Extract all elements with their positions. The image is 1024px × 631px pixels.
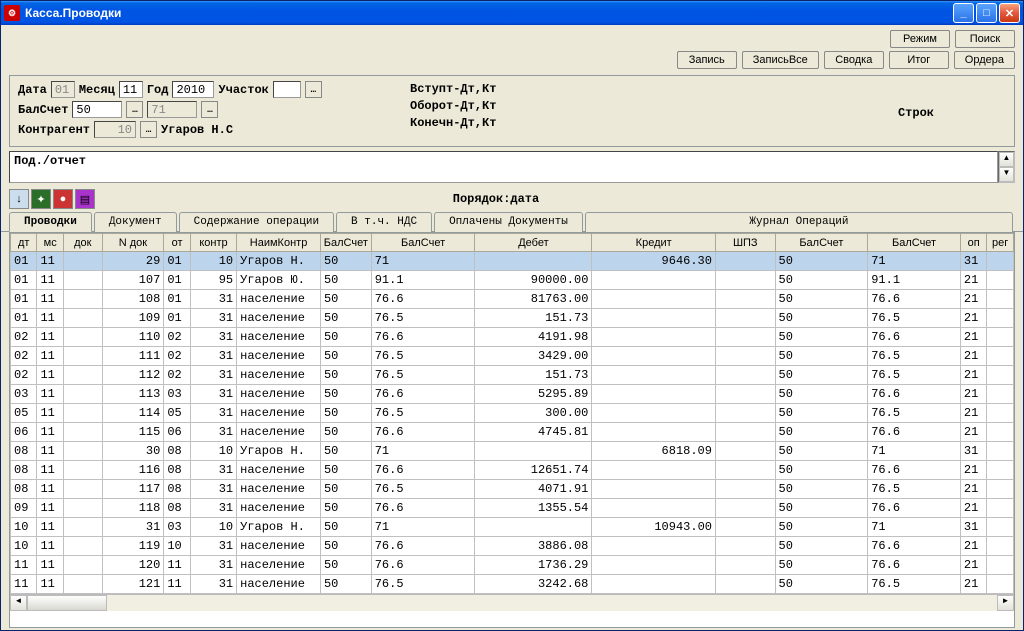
summary-line-3: Конечн-Дт,Кт: [410, 115, 496, 132]
main-window: ⚙ Касса.Проводки _ □ ✕ Режим Поиск Запись…: [0, 0, 1024, 631]
counterparty-lookup-button[interactable]: …: [140, 121, 157, 138]
data-grid[interactable]: дтмсдокN докотконтрНаимКонтрБалСчетБалСч…: [10, 233, 1014, 594]
режим-button[interactable]: Режим: [890, 30, 950, 48]
col-header[interactable]: БалСчет: [775, 234, 868, 252]
сводка-button[interactable]: Сводка: [824, 51, 884, 69]
table-row[interactable]: 11111211131население5076.53242.685076.52…: [11, 575, 1014, 594]
summary-line-2: Оборот-Дт,Кт: [410, 98, 496, 115]
tab-3[interactable]: В т.ч. НДС: [336, 212, 432, 232]
col-header[interactable]: ШПЗ: [715, 234, 775, 252]
year-label: Год: [147, 83, 169, 97]
table-row[interactable]: 01111070195Угаров Ю.5091.190000.005091.1…: [11, 271, 1014, 290]
counterparty-name: Угаров Н.С: [161, 123, 233, 137]
col-header[interactable]: рег: [987, 234, 1014, 252]
col-header[interactable]: БалСчет: [868, 234, 961, 252]
scroll-up-icon[interactable]: ▲: [999, 152, 1014, 167]
table-row[interactable]: 05111140531население5076.5300.005076.521: [11, 404, 1014, 423]
col-header[interactable]: N док: [102, 234, 164, 252]
table-row[interactable]: 02111100231население5076.64191.985076.62…: [11, 328, 1014, 347]
col-header[interactable]: НаимКонтр: [237, 234, 321, 252]
memo-scrollbar[interactable]: ▲ ▼: [998, 151, 1015, 183]
area-label: Участок: [218, 83, 268, 97]
date-label: Дата: [18, 83, 47, 97]
поиск-button[interactable]: Поиск: [955, 30, 1015, 48]
table-row[interactable]: 0111290110Угаров Н.50719646.30507131: [11, 252, 1014, 271]
table-row[interactable]: 03111130331население5076.65295.895076.62…: [11, 385, 1014, 404]
area-input[interactable]: [273, 81, 301, 98]
итог-button[interactable]: Итог: [889, 51, 949, 69]
summary-block: Вступт-Дт,Кт Оборот-Дт,Кт Конечн-Дт,Кт: [410, 81, 496, 132]
minimize-button[interactable]: _: [953, 3, 974, 23]
action-icon-4[interactable]: ▤: [75, 189, 95, 209]
table-row[interactable]: 02111120231население5076.5151.735076.521: [11, 366, 1014, 385]
tab-4[interactable]: Оплачены Документы: [434, 212, 583, 232]
col-header[interactable]: Дебет: [475, 234, 592, 252]
year-input[interactable]: [172, 81, 214, 98]
tab-1[interactable]: Документ: [94, 212, 177, 232]
scroll-left-icon[interactable]: ◄: [10, 595, 27, 611]
action-icon-1[interactable]: ↓: [9, 189, 29, 209]
table-row[interactable]: 02111110231население5076.53429.005076.52…: [11, 347, 1014, 366]
table-row[interactable]: 0811300810Угаров Н.50716818.09507131: [11, 442, 1014, 461]
scroll-right-icon[interactable]: ►: [997, 595, 1014, 611]
horizontal-scrollbar[interactable]: ◄ ►: [10, 594, 1014, 611]
scroll-thumb[interactable]: [27, 595, 107, 611]
col-header[interactable]: дт: [11, 234, 37, 252]
tab-2[interactable]: Содержание операции: [179, 212, 334, 232]
balacct-lookup-button[interactable]: …: [126, 101, 143, 118]
balacct-input[interactable]: [72, 101, 122, 118]
записьвсе-button[interactable]: ЗаписьВсе: [742, 51, 819, 69]
ордера-button[interactable]: Ордера: [954, 51, 1015, 69]
col-header[interactable]: мс: [37, 234, 63, 252]
order-label: Порядок:дата: [97, 192, 1015, 206]
col-header[interactable]: док: [63, 234, 102, 252]
col-header[interactable]: Кредит: [592, 234, 716, 252]
maximize-button[interactable]: □: [976, 3, 997, 23]
table-row[interactable]: 08111160831население5076.612651.745076.6…: [11, 461, 1014, 480]
balacct2-lookup-button[interactable]: …: [201, 101, 218, 118]
col-header[interactable]: от: [164, 234, 190, 252]
date-input[interactable]: [51, 81, 75, 98]
memo-field[interactable]: Под./отчет: [9, 151, 998, 183]
balacct2-input[interactable]: [147, 101, 197, 118]
col-header[interactable]: БалСчет: [371, 234, 475, 252]
table-row[interactable]: 10111191031население5076.63886.085076.62…: [11, 537, 1014, 556]
tab-0[interactable]: Проводки: [9, 212, 92, 232]
запись-button[interactable]: Запись: [677, 51, 737, 69]
month-label: Месяц: [79, 83, 115, 97]
table-row[interactable]: 01111090131население5076.5151.735076.521: [11, 309, 1014, 328]
table-row[interactable]: 08111170831население5076.54071.915076.52…: [11, 480, 1014, 499]
close-button[interactable]: ✕: [999, 3, 1020, 23]
table-row[interactable]: 01111080131население5076.681763.005076.6…: [11, 290, 1014, 309]
col-header[interactable]: оп: [960, 234, 986, 252]
rows-count-label: Строк: [898, 106, 934, 120]
table-row[interactable]: 06111150631население5076.64745.815076.62…: [11, 423, 1014, 442]
table-row[interactable]: 11111201131население5076.61736.295076.62…: [11, 556, 1014, 575]
window-title: Касса.Проводки: [25, 6, 953, 20]
filter-panel: Дата Месяц Год Участок … БалСчет … … Кон…: [9, 75, 1015, 147]
col-header[interactable]: БалСчет: [320, 234, 371, 252]
balacct-label: БалСчет: [18, 103, 68, 117]
summary-line-1: Вступт-Дт,Кт: [410, 81, 496, 98]
scroll-down-icon[interactable]: ▼: [999, 167, 1014, 182]
area-lookup-button[interactable]: …: [305, 81, 322, 98]
counterparty-label: Контрагент: [18, 123, 90, 137]
app-icon: ⚙: [4, 5, 20, 21]
tab-5[interactable]: Журнал Операций: [585, 212, 1013, 232]
action-icon-3[interactable]: ●: [53, 189, 73, 209]
titlebar[interactable]: ⚙ Касса.Проводки _ □ ✕: [1, 1, 1023, 25]
table-row[interactable]: 1011310310Угаров Н.507110943.00507131: [11, 518, 1014, 537]
action-icon-2[interactable]: ✦: [31, 189, 51, 209]
month-input[interactable]: [119, 81, 143, 98]
table-row[interactable]: 09111180831население5076.61355.545076.62…: [11, 499, 1014, 518]
col-header[interactable]: контр: [190, 234, 236, 252]
counterparty-id-input[interactable]: [94, 121, 136, 138]
